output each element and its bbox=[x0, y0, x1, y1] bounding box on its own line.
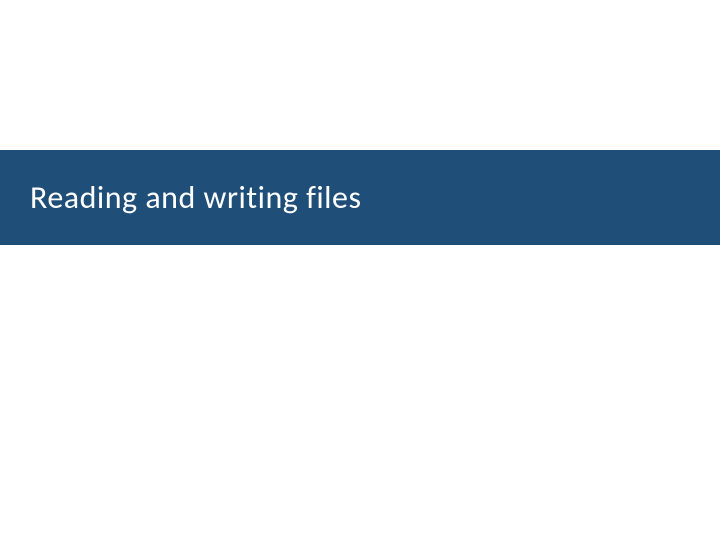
slide-title: Reading and writing files bbox=[30, 178, 361, 217]
title-band: Reading and writing files bbox=[0, 150, 720, 245]
